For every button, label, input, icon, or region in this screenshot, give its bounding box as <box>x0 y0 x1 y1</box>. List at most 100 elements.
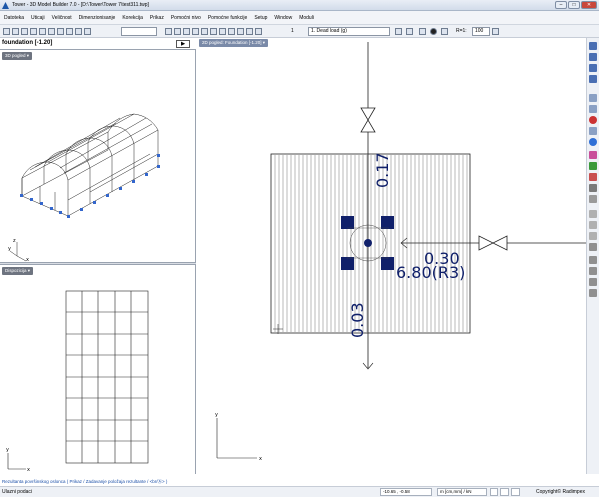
view-disposition[interactable]: Dispozicija ▾ y x <box>0 265 196 474</box>
window-controls: – □ ✕ <box>555 1 597 9</box>
view-3d-tag[interactable]: 3D pogled ▾ <box>2 52 33 60</box>
level-title: foundation [-1.20] <box>2 40 53 46</box>
status-ortho-toggle[interactable] <box>511 488 520 496</box>
tool-17-icon[interactable] <box>589 232 597 240</box>
copy-icon[interactable] <box>48 28 55 35</box>
copy-element-icon[interactable] <box>201 28 208 35</box>
level-header: foundation [-1.20] ▶ <box>0 38 196 50</box>
menu-item-moduli[interactable]: Moduli <box>299 15 314 21</box>
mirror-icon[interactable] <box>192 28 199 35</box>
menu-item-velicnost[interactable]: Veličnost <box>52 15 72 21</box>
status-units[interactable]: m [cm,mm] / kN <box>437 488 487 496</box>
fit-icon[interactable] <box>441 28 448 35</box>
menu-item-prikaz[interactable]: Prikaz <box>150 15 164 21</box>
tool-8-icon[interactable] <box>589 127 597 135</box>
tool-16-icon[interactable] <box>589 221 597 229</box>
help-icon[interactable] <box>84 28 91 35</box>
filter-icon[interactable] <box>406 28 413 35</box>
zoom-window-icon[interactable] <box>237 28 244 35</box>
tool-20-icon[interactable] <box>589 267 597 275</box>
tool-22-icon[interactable] <box>589 289 597 297</box>
print-icon[interactable] <box>30 28 37 35</box>
tool-19-icon[interactable] <box>589 256 597 264</box>
move-icon[interactable] <box>174 28 181 35</box>
status-coordinates: -10.65 , -0.58 <box>380 488 432 496</box>
main-toolbar: 1 1. Dead load (g) R=1: 100 <box>0 25 599 38</box>
status-snap-toggle[interactable] <box>500 488 509 496</box>
menu-item-pomocne-funkcije[interactable]: Pomoćne funkcije <box>208 15 247 21</box>
level-value: 1 <box>291 28 294 34</box>
tool-6-icon[interactable] <box>589 105 597 113</box>
menu-item-korekcija[interactable]: Korekcija <box>122 15 143 21</box>
info-icon[interactable] <box>589 138 597 146</box>
grid-icon[interactable] <box>219 28 226 35</box>
tool-5-icon[interactable] <box>589 94 597 102</box>
layer-select[interactable] <box>121 27 157 36</box>
axis-x-label-disp: x <box>27 467 30 473</box>
scale-dropdown-icon[interactable] <box>492 28 499 35</box>
contrast-icon[interactable] <box>430 28 437 35</box>
tool-18-icon[interactable] <box>589 243 597 251</box>
tool-3-icon[interactable] <box>589 64 597 72</box>
app-logo-icon <box>2 2 9 9</box>
menu-item-window[interactable]: Window <box>274 15 292 21</box>
menu-item-dimenzionisanje[interactable]: Dimenzionisanje <box>79 15 116 21</box>
save-icon[interactable] <box>21 28 28 35</box>
view-2d[interactable]: 2D pogled: Foundation [-1.20] ▾ 0.17 0.3… <box>197 38 586 474</box>
axis-y-label-disp: y <box>6 447 9 453</box>
menu-item-datoteka[interactable]: Datoteka <box>4 15 24 21</box>
minimize-button[interactable]: – <box>555 1 567 9</box>
command-hint: Rezultanta površinskog oslonca ( Prikaz … <box>0 477 599 486</box>
redraw-icon[interactable] <box>255 28 262 35</box>
foundation-drawing: 0.17 0.30 6.80(R3) 0.03 y x <box>215 42 586 462</box>
status-copyright: Copyright© Radimpex <box>536 489 585 495</box>
maximize-button[interactable]: □ <box>568 1 580 9</box>
load-case-dropdown-icon[interactable] <box>395 28 402 35</box>
tool-10-icon[interactable] <box>589 151 597 159</box>
axis-x-label-2d: x <box>259 456 262 462</box>
tool-13-icon[interactable] <box>589 184 597 192</box>
view-3d[interactable]: 3D pogled ▾ z x y <box>0 50 196 262</box>
value-right-sub-label: 6.80(R3) <box>396 263 465 282</box>
new-file-icon[interactable] <box>3 28 10 35</box>
select-icon[interactable] <box>165 28 172 35</box>
axis-y-label-2d: y <box>215 412 218 418</box>
scale-input[interactable]: 100 <box>472 27 490 36</box>
menu-item-setup[interactable]: Setup <box>254 15 267 21</box>
menu-bar: Datoteka Uticaji Veličnost Dimenzionisan… <box>0 11 599 25</box>
cut-icon[interactable] <box>39 28 46 35</box>
level-next-button[interactable]: ▶ <box>176 40 190 48</box>
tool-2-icon[interactable] <box>589 53 597 61</box>
zoom-icon[interactable] <box>228 28 235 35</box>
close-button[interactable]: ✕ <box>581 1 597 9</box>
results-icon[interactable] <box>419 28 426 35</box>
window-title: Tower - 3D Model Builder 7.0 - [D:\Tower… <box>12 2 149 8</box>
menu-item-uticaji[interactable]: Uticaji <box>31 15 45 21</box>
menu-item-pomocni-nivo[interactable]: Pomoćni nivo <box>171 15 201 21</box>
open-file-icon[interactable] <box>12 28 19 35</box>
status-grid-toggle[interactable] <box>490 488 498 496</box>
redo-icon[interactable] <box>75 28 82 35</box>
tool-11-icon[interactable] <box>589 162 597 170</box>
view-2d-tag[interactable]: 2D pogled: Foundation [-1.20] ▾ <box>199 39 269 47</box>
tool-4-icon[interactable] <box>589 75 597 83</box>
delete-icon[interactable] <box>210 28 217 35</box>
value-top-label: 0.17 <box>373 152 392 188</box>
axis-y-label-3d: y <box>8 246 11 252</box>
tool-21-icon[interactable] <box>589 278 597 286</box>
disposition-grid-drawing: y x <box>6 290 149 473</box>
rotate-icon[interactable] <box>183 28 190 35</box>
load-case-select[interactable]: 1. Dead load (g) <box>308 27 390 36</box>
view-disposition-tag[interactable]: Dispozicija ▾ <box>2 267 34 275</box>
value-bottom-label: 0.03 <box>348 302 367 338</box>
pan-icon[interactable] <box>246 28 253 35</box>
tool-15-icon[interactable] <box>589 210 597 218</box>
3d-model-drawing: z x y <box>8 113 160 262</box>
tool-12-icon[interactable] <box>589 173 597 181</box>
undo-icon[interactable] <box>66 28 73 35</box>
paste-icon[interactable] <box>57 28 64 35</box>
left-panel: foundation [-1.20] ▶ 3D pogled ▾ z x y D… <box>0 38 196 474</box>
tool-1-icon[interactable] <box>589 42 597 50</box>
tool-7-icon[interactable] <box>589 116 597 124</box>
hand-icon[interactable] <box>589 195 597 203</box>
